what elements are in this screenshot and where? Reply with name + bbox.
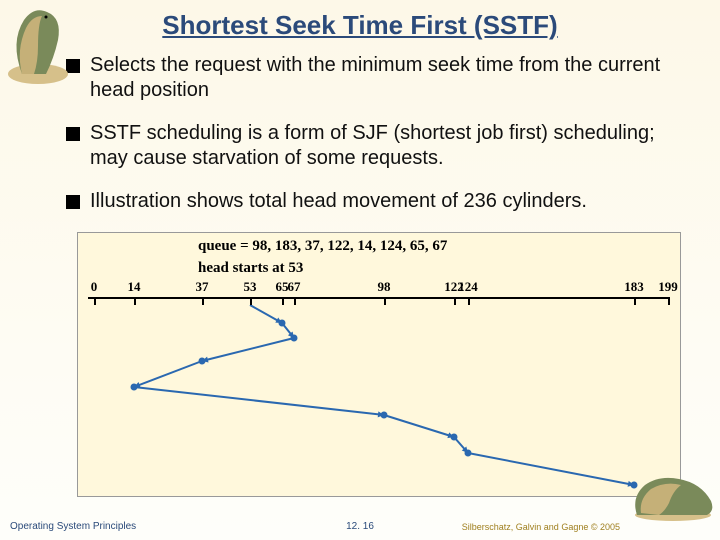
axis-tick: [94, 297, 96, 305]
axis-tick: [668, 297, 670, 305]
bullet-icon: [66, 127, 80, 141]
axis-tick: [282, 297, 284, 305]
axis-tick-label: 124: [458, 279, 478, 295]
diagram-axis: 0143753656798122124183199: [78, 279, 680, 307]
slide-body: Selects the request with the minimum see…: [0, 41, 720, 497]
footer-left: Operating System Principles: [10, 521, 136, 532]
footer-copyright: Silberschatz, Galvin and Gagne © 2005: [462, 522, 620, 532]
bullet-item: Illustration shows total head movement o…: [66, 189, 692, 214]
axis-tick-label: 67: [288, 279, 301, 295]
axis-tick-label: 37: [196, 279, 209, 295]
bullet-item: SSTF scheduling is a form of SJF (shorte…: [66, 121, 692, 171]
dino-illustration-bottom: [631, 467, 716, 522]
axis-tick-label: 53: [244, 279, 257, 295]
axis-tick: [384, 297, 386, 305]
axis-tick-label: 98: [378, 279, 391, 295]
bullet-text: SSTF scheduling is a form of SJF (shorte…: [90, 121, 692, 171]
dino-illustration-top: [2, 2, 74, 92]
diagram-head-text: head starts at 53: [78, 255, 680, 277]
bullet-icon: [66, 195, 80, 209]
axis-tick-label: 183: [624, 279, 644, 295]
bullet-item: Selects the request with the minimum see…: [66, 53, 692, 103]
axis-tick: [634, 297, 636, 305]
axis-tick-label: 14: [128, 279, 141, 295]
bullet-text: Illustration shows total head movement o…: [90, 189, 587, 214]
slide-footer: Operating System Principles 12. 16 Silbe…: [0, 521, 720, 532]
axis-tick: [468, 297, 470, 305]
axis-tick: [134, 297, 136, 305]
diagram-queue-text: queue = 98, 183, 37, 122, 14, 124, 65, 6…: [78, 233, 680, 255]
sstf-diagram: queue = 98, 183, 37, 122, 14, 124, 65, 6…: [77, 232, 681, 497]
axis-tick: [250, 297, 252, 305]
axis-tick-label: 199: [658, 279, 678, 295]
axis-tick: [202, 297, 204, 305]
footer-page-number: 12. 16: [346, 521, 374, 532]
slide-title: Shortest Seek Time First (SSTF): [0, 0, 720, 41]
axis-tick: [454, 297, 456, 305]
axis-tick: [294, 297, 296, 305]
seek-path-svg: [78, 305, 682, 495]
bullet-text: Selects the request with the minimum see…: [90, 53, 692, 103]
axis-tick-label: 0: [91, 279, 98, 295]
